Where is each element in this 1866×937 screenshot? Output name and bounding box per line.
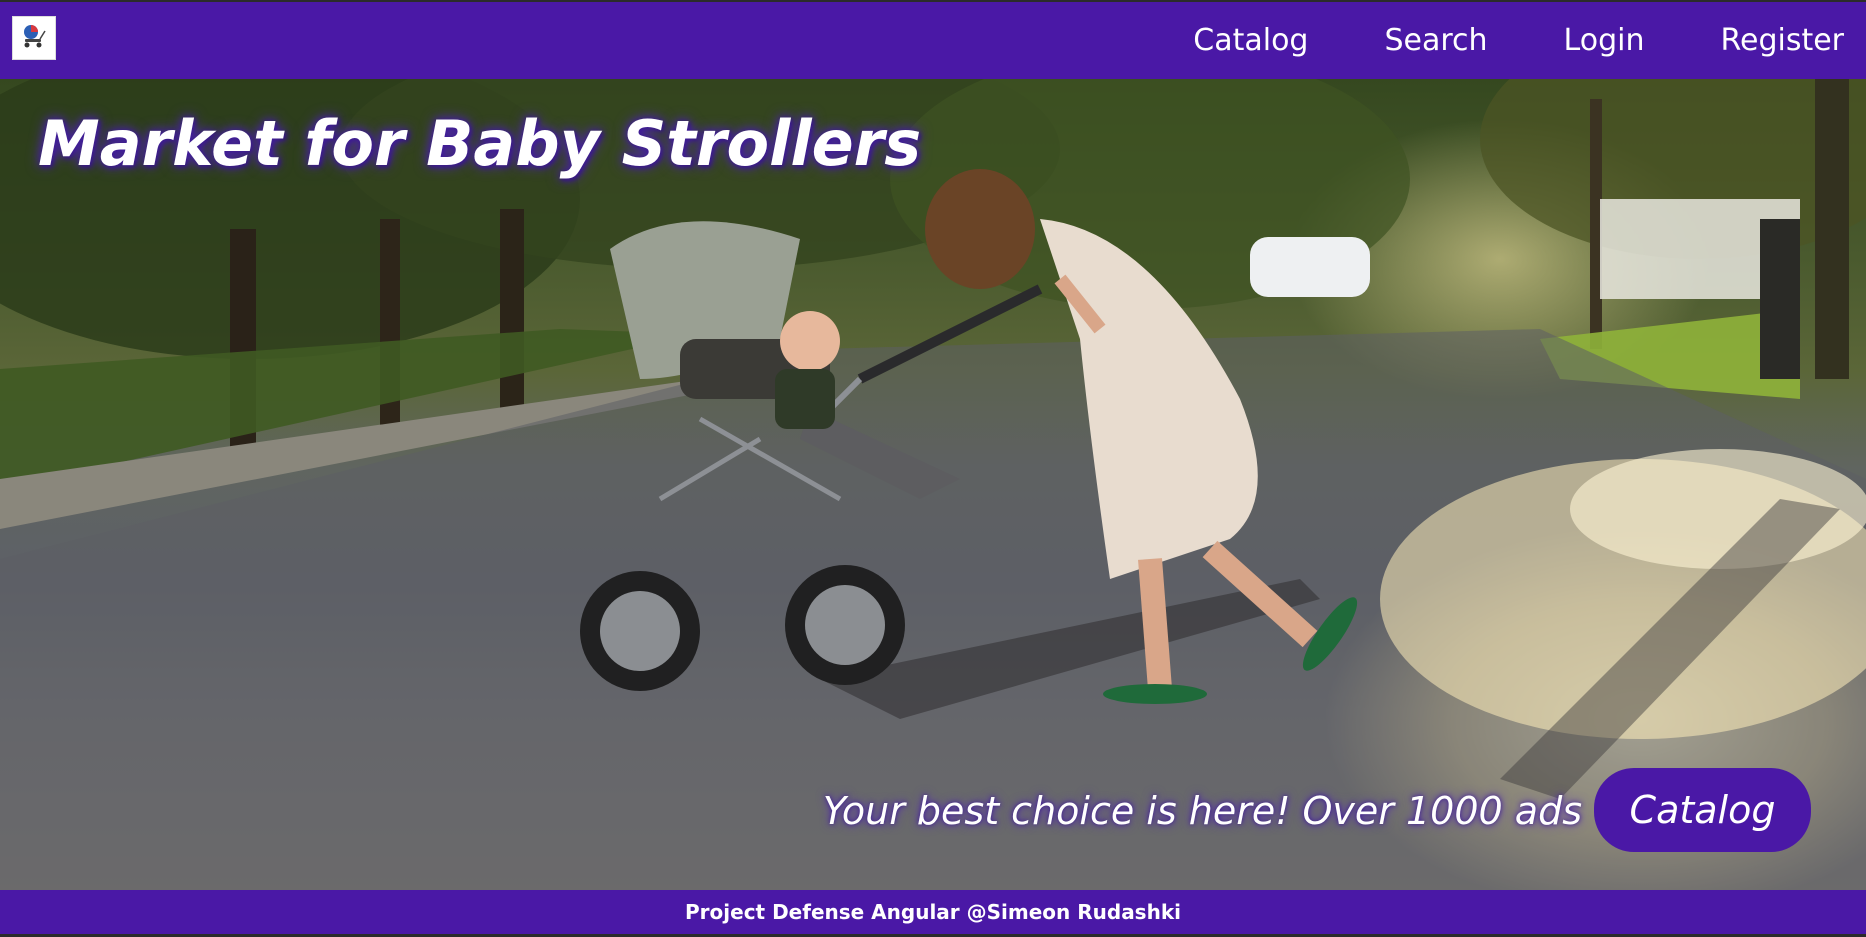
footer: Project Defense Angular @Simeon Rudashki — [0, 890, 1866, 937]
stroller-logo-icon — [19, 21, 49, 55]
nav-search-link[interactable]: Search — [1384, 23, 1487, 58]
navbar: Catalog Search Login Register — [0, 0, 1866, 79]
page: Catalog Search Login Register Market for… — [0, 0, 1866, 937]
hero-banner: Market for Baby Strollers Your best choi… — [0, 79, 1866, 890]
catalog-cta-button[interactable]: Catalog — [1594, 768, 1811, 852]
hero-title: Market for Baby Strollers — [38, 107, 922, 180]
home-logo-link[interactable] — [12, 16, 56, 60]
nav-register-link[interactable]: Register — [1720, 23, 1844, 58]
nav-login-link[interactable]: Login — [1564, 23, 1645, 58]
main-nav: Catalog Search Login Register — [1117, 2, 1844, 79]
footer-credit: Project Defense Angular @Simeon Rudashki — [685, 900, 1181, 924]
hero-background-image — [0, 79, 1866, 890]
hero-tagline: Your best choice is here! Over 1000 ads — [822, 789, 1582, 833]
nav-catalog-link[interactable]: Catalog — [1193, 23, 1308, 58]
